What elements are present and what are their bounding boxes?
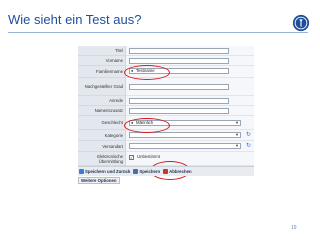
form-row-grad: Nachgestellter Grad bbox=[78, 78, 254, 96]
more-options-button[interactable]: Weitere Optionen bbox=[78, 177, 120, 184]
chevron-down-icon: ▼ bbox=[235, 132, 239, 137]
field-label-grad: Nachgestellter Grad bbox=[78, 78, 126, 96]
firstname-input[interactable] bbox=[129, 58, 229, 64]
field-label-titel: Titel bbox=[78, 46, 126, 56]
field-label-anrede: Anrede bbox=[78, 96, 126, 106]
shipping-select[interactable]: ▼ bbox=[129, 143, 241, 149]
field-label-geschlecht: Geschlecht bbox=[78, 116, 126, 130]
page-number: 19 bbox=[291, 225, 297, 231]
save-and-back-button[interactable]: Speichern und Zurück bbox=[79, 169, 130, 174]
title-divider bbox=[8, 32, 308, 33]
field-label-kategorie: Kategorie bbox=[78, 130, 126, 141]
highlight-lastname bbox=[124, 65, 170, 80]
name-suffix-input[interactable] bbox=[129, 108, 229, 114]
title-input[interactable] bbox=[129, 48, 229, 54]
field-label-namenszusatz: Namenszusatz bbox=[78, 106, 126, 116]
form-row-versandart: Versandart ▼ ↻ bbox=[78, 141, 254, 152]
transmission-checkbox[interactable]: ✓ bbox=[129, 155, 134, 160]
save-button[interactable]: Speichern bbox=[133, 169, 160, 174]
form-row-titel: Titel bbox=[78, 46, 254, 56]
refresh-icon[interactable]: ↻ bbox=[246, 142, 251, 149]
highlight-gender bbox=[124, 118, 170, 133]
field-label-versandart: Versandart bbox=[78, 141, 126, 152]
field-label-familienname: Familienname bbox=[78, 66, 126, 78]
disk-icon bbox=[133, 169, 139, 174]
back-arrow-icon bbox=[79, 169, 84, 174]
cancel-button[interactable]: Abbrechen bbox=[163, 169, 192, 174]
cancel-icon bbox=[163, 169, 169, 174]
form-row-namenszusatz: Namenszusatz bbox=[78, 106, 254, 116]
chevron-down-icon: ▼ bbox=[235, 143, 239, 148]
grade-input[interactable] bbox=[129, 84, 229, 90]
form-row-vorname: Vorname bbox=[78, 56, 254, 66]
field-label-uebermittlung: Elektronische Übermittlung bbox=[78, 152, 126, 166]
form-row-kategorie: Kategorie ▼ ↻ bbox=[78, 130, 254, 141]
chevron-down-icon: ▼ bbox=[235, 120, 239, 125]
logo-icon bbox=[292, 14, 310, 32]
form-row-anrede: Anrede bbox=[78, 96, 254, 106]
salutation-input[interactable] bbox=[129, 98, 229, 104]
slide-title: Wie sieht ein Test aus? bbox=[8, 12, 142, 27]
button-bar: Speichern und Zurück Speichern Abbrechen bbox=[78, 166, 254, 176]
field-label-vorname: Vorname bbox=[78, 56, 126, 66]
refresh-icon[interactable]: ↻ bbox=[246, 131, 251, 138]
transmission-value: Unbestimmt bbox=[137, 154, 160, 159]
